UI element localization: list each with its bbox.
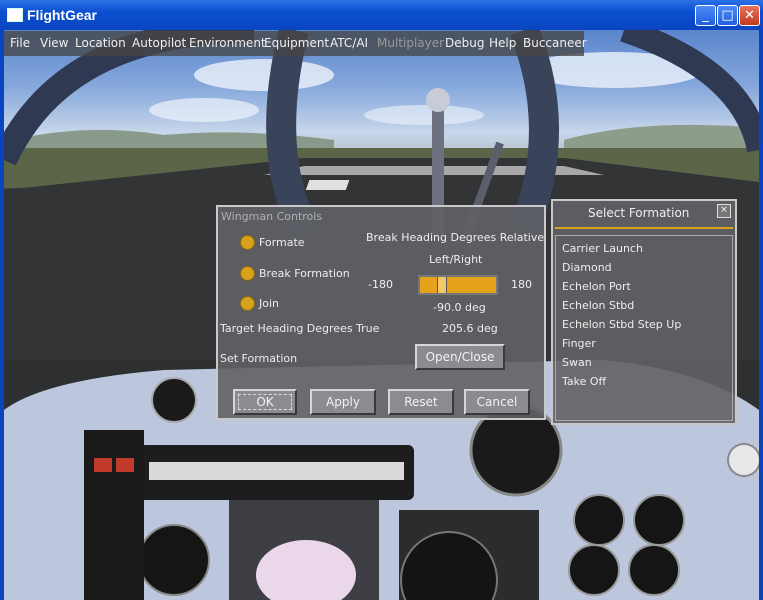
menu-environment[interactable]: Environment <box>189 36 266 50</box>
formate-radio[interactable] <box>240 235 255 250</box>
break-formation-radio[interactable] <box>240 266 255 281</box>
title-divider <box>555 227 733 229</box>
break-heading-label: Break Heading Degrees Relative <box>366 231 545 244</box>
close-button[interactable]: ✕ <box>739 5 760 26</box>
window-title: FlightGear <box>27 7 98 23</box>
list-item[interactable]: Take Off <box>562 375 606 388</box>
select-formation-dialog: Select Formation × Carrier Launch Diamon… <box>551 199 737 425</box>
menu-debug[interactable]: Debug <box>445 36 484 50</box>
slider-min-label: -180 <box>368 278 393 291</box>
list-item[interactable]: Echelon Stbd <box>562 299 634 312</box>
break-formation-label: Break Formation <box>259 267 350 280</box>
select-formation-title: Select Formation <box>588 206 690 220</box>
join-radio[interactable] <box>240 296 255 311</box>
menu-buccaneer[interactable]: Buccaneer <box>523 36 587 50</box>
list-item[interactable]: Swan <box>562 356 592 369</box>
window-titlebar: FlightGear _ □ ✕ <box>0 0 763 30</box>
break-heading-slider[interactable] <box>418 275 498 295</box>
maximize-button[interactable]: □ <box>717 5 738 26</box>
slider-max-label: 180 <box>511 278 532 291</box>
slider-thumb[interactable] <box>437 277 447 293</box>
list-item[interactable]: Echelon Port <box>562 280 631 293</box>
menu-location[interactable]: Location <box>75 36 126 50</box>
menu-view[interactable]: View <box>40 36 68 50</box>
list-item[interactable]: Echelon Stbd Step Up <box>562 318 681 331</box>
minimize-button[interactable]: _ <box>695 5 716 26</box>
menu-file[interactable]: File <box>10 36 30 50</box>
menu-atc-ai[interactable]: ATC/AI <box>330 36 368 50</box>
window-frame-right <box>759 30 763 600</box>
formate-label: Formate <box>259 236 305 249</box>
left-right-label: Left/Right <box>429 253 483 266</box>
menu-help[interactable]: Help <box>489 36 516 50</box>
join-label: Join <box>259 297 280 310</box>
slider-value: -90.0 deg <box>433 301 486 314</box>
list-item[interactable]: Finger <box>562 337 596 350</box>
formation-list: Carrier Launch Diamond Echelon Port Eche… <box>555 235 733 421</box>
cancel-button[interactable]: Cancel <box>464 389 530 415</box>
list-item[interactable]: Carrier Launch <box>562 242 643 255</box>
target-heading-label: Target Heading Degrees True <box>220 322 380 335</box>
reset-button[interactable]: Reset <box>388 389 454 415</box>
set-formation-label: Set Formation <box>220 352 298 365</box>
dialog-title: Wingman Controls <box>221 210 323 223</box>
target-heading-value: 205.6 deg <box>442 322 498 335</box>
menu-autopilot[interactable]: Autopilot <box>132 36 186 50</box>
menu-multiplayer[interactable]: Multiplayer <box>377 36 444 50</box>
apply-button[interactable]: Apply <box>310 389 376 415</box>
open-close-button[interactable]: Open/Close <box>415 344 505 370</box>
app-icon <box>7 8 23 22</box>
close-dialog-icon[interactable]: × <box>717 204 731 218</box>
menu-bar: File View Location Autopilot Environment… <box>4 31 587 56</box>
menu-equipment[interactable]: Equipment <box>264 36 329 50</box>
ok-button[interactable]: OK <box>233 389 297 415</box>
wingman-controls-dialog: Wingman Controls Formate Break Formation… <box>216 205 546 420</box>
list-item[interactable]: Diamond <box>562 261 612 274</box>
